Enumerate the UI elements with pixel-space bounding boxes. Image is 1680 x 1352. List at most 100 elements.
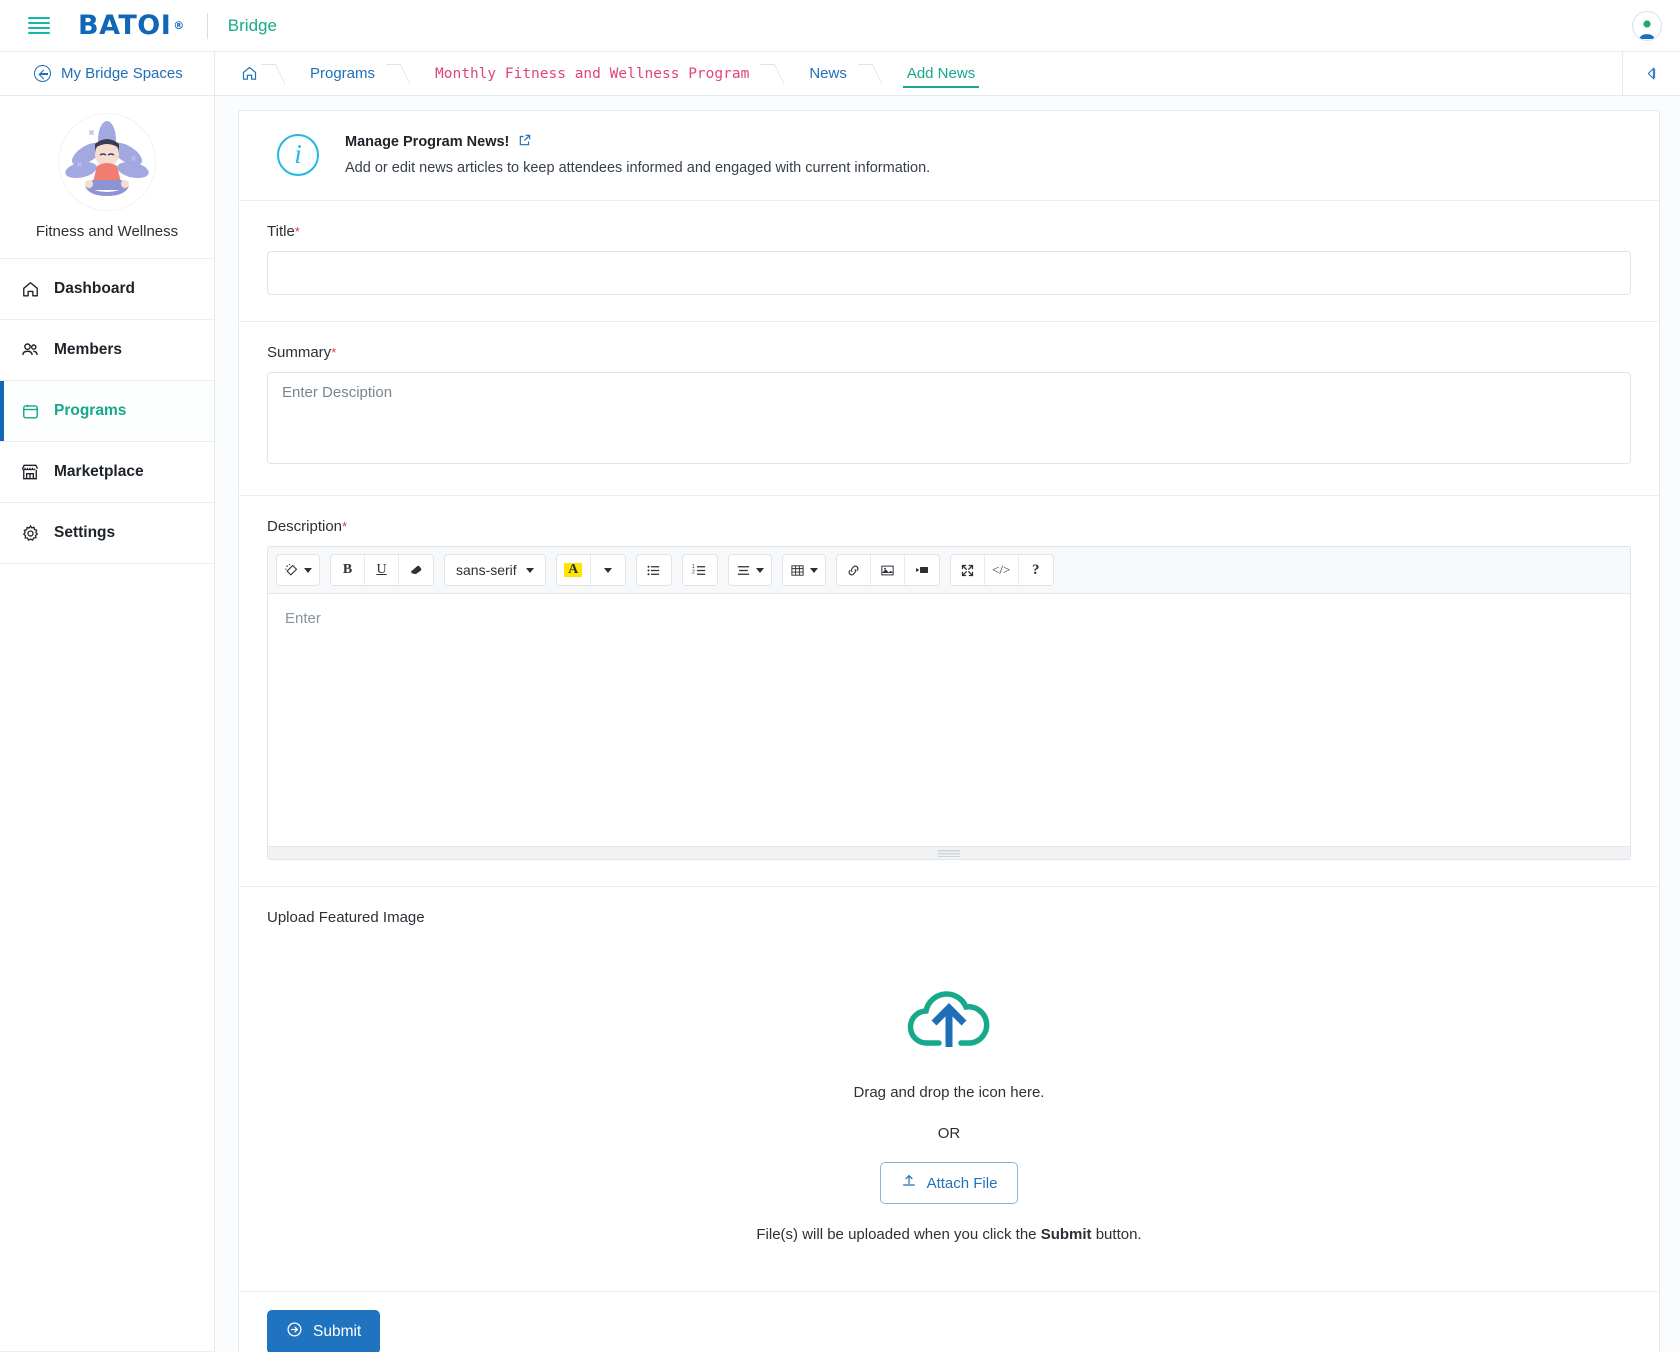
editor-resize-handle[interactable]	[268, 846, 1630, 859]
align-button[interactable]	[728, 555, 771, 585]
title-label: Title*	[267, 223, 1631, 240]
submit-button[interactable]: Submit	[267, 1310, 381, 1352]
sidebar: Fitness and Wellness Dashboard Members P…	[0, 96, 215, 1352]
breadcrumb-item-news[interactable]: News	[779, 52, 877, 95]
editor-toolbar: B U sans-serif A 1 2 </> ?	[268, 547, 1630, 594]
note-suffix: button.	[1091, 1226, 1142, 1243]
summary-textarea[interactable]	[267, 372, 1631, 464]
chevron-down-icon	[755, 567, 764, 573]
upload-label: Upload Featured Image	[267, 909, 425, 926]
rich-text-editor: B U sans-serif A 1 2 </> ? Enter	[267, 546, 1631, 860]
sidebar-item-members[interactable]: Members	[0, 320, 214, 381]
resize-grip-icon	[938, 849, 960, 857]
unordered-list-button[interactable]	[636, 555, 671, 585]
description-label: Description*	[267, 518, 1631, 535]
font-family-select[interactable]: sans-serif	[445, 555, 545, 585]
toolbar-group-format: B U	[330, 554, 434, 586]
user-avatar-icon[interactable]	[1632, 10, 1662, 41]
drag-drop-text: Drag and drop the icon here.	[853, 1084, 1045, 1101]
underline-button[interactable]: U	[365, 555, 399, 585]
clear-format-eraser-icon[interactable]	[399, 555, 433, 585]
title-input[interactable]	[267, 251, 1631, 295]
sidebar-item-marketplace[interactable]: Marketplace	[0, 442, 214, 503]
table-button[interactable]	[782, 555, 825, 585]
attach-file-label: Attach File	[926, 1174, 998, 1192]
upload-note: File(s) will be uploaded when you click …	[756, 1226, 1141, 1243]
required-marker: *	[294, 224, 300, 239]
insert-link-icon[interactable]	[836, 555, 871, 585]
submit-label: Submit	[313, 1323, 362, 1340]
highlight-color-dropdown[interactable]	[590, 555, 625, 585]
note-bold: Submit	[1040, 1226, 1092, 1243]
hamburger-icon[interactable]	[28, 16, 50, 35]
highlight-a-glyph: A	[564, 563, 583, 577]
app-root: BATOI ® Bridge My Bridge Spaces Programs…	[0, 0, 1680, 1352]
sidebar-item-label: Programs	[54, 402, 127, 419]
info-banner: i Manage Program News! Add or edit news …	[239, 111, 1659, 201]
file-dropzone[interactable]: Drag and drop the icon here. OR Attach F…	[267, 937, 1631, 1291]
insert-image-icon[interactable]	[870, 555, 905, 585]
sidebar-item-settings[interactable]: Settings	[0, 503, 214, 564]
bold-button[interactable]: B	[331, 555, 365, 585]
fullscreen-icon[interactable]	[950, 555, 985, 585]
my-bridge-spaces-button[interactable]: My Bridge Spaces	[0, 52, 215, 95]
text-highlight-color-button[interactable]: A	[556, 555, 591, 585]
breadcrumb-item-add-news: Add News	[877, 52, 1005, 95]
breadcrumb-home[interactable]	[215, 52, 280, 95]
gear-icon	[20, 523, 40, 543]
space-header: Fitness and Wellness	[0, 96, 214, 259]
magic-wand-icon[interactable]	[277, 555, 319, 585]
info-text-block: Manage Program News! Add or edit news ar…	[345, 133, 930, 176]
code-view-button[interactable]: </>	[984, 555, 1019, 585]
upload-featured-image-block: Upload Featured Image Drag and drop the …	[239, 887, 1659, 1291]
chevron-down-icon	[304, 567, 312, 573]
brand-divider	[206, 12, 208, 39]
home-icon	[20, 279, 40, 299]
toolbar-group-highlight: A	[555, 554, 626, 586]
note-prefix: File(s) will be uploaded when you click …	[756, 1226, 1041, 1243]
ordered-list-button[interactable]: 1 2	[682, 555, 717, 585]
chevron-down-icon	[809, 567, 818, 573]
breadcrumb-spacer	[1005, 52, 1622, 95]
toolbar-group-align	[727, 554, 772, 586]
breadcrumb-label: Monthly Fitness and Wellness Program	[435, 65, 750, 82]
summary-label: Summary*	[267, 344, 1631, 361]
product-name: Bridge	[227, 15, 277, 35]
title-field-block: Title*	[239, 201, 1659, 322]
users-icon	[20, 340, 40, 360]
description-field-block: Description* B U sans-serif A 1 2 </> ? …	[239, 496, 1659, 887]
body: Fitness and Wellness Dashboard Members P…	[0, 96, 1680, 1352]
breadcrumb-label: News	[809, 65, 847, 82]
help-button[interactable]: ?	[1018, 555, 1053, 585]
info-description: Add or edit news articles to keep attend…	[345, 160, 931, 176]
arrow-circle-right-icon	[286, 1321, 303, 1343]
editor-content-area[interactable]: Enter	[268, 594, 1630, 846]
brand: BATOI ® Bridge	[78, 10, 277, 41]
back-arrow-icon	[34, 65, 51, 82]
breadcrumb-item-program[interactable]: Monthly Fitness and Wellness Program	[405, 52, 779, 95]
toolbar-group-insert	[835, 554, 940, 586]
sidebar-item-label: Dashboard	[54, 280, 135, 297]
toolbar-group-table	[781, 554, 826, 586]
calendar-icon	[20, 401, 40, 421]
toolbar-group-tools: </> ?	[949, 554, 1054, 586]
toolbar-group-ol: 1 2	[681, 554, 718, 586]
info-circle-icon: i	[277, 133, 319, 176]
toolbar-group-font: sans-serif	[444, 554, 546, 586]
my-bridge-spaces-label: My Bridge Spaces	[61, 65, 183, 82]
breadcrumb-item-programs[interactable]: Programs	[280, 52, 405, 95]
attach-file-button[interactable]: Attach File	[879, 1162, 1019, 1204]
collapse-left-icon[interactable]	[1622, 52, 1680, 95]
toolbar-group-ul	[635, 554, 672, 586]
chevron-down-icon	[603, 567, 612, 573]
insert-video-icon[interactable]	[904, 555, 939, 585]
batoi-logo[interactable]: BATOI ®	[78, 10, 185, 41]
summary-field-block: Summary*	[239, 322, 1659, 496]
external-link-icon[interactable]	[518, 133, 532, 151]
store-icon	[20, 462, 40, 482]
toolbar-group-style	[276, 554, 320, 586]
sidebar-item-dashboard[interactable]: Dashboard	[0, 259, 214, 320]
sidebar-item-programs[interactable]: Programs	[0, 381, 214, 442]
chevron-down-icon	[525, 567, 534, 573]
brand-text: BATOI	[78, 10, 172, 41]
